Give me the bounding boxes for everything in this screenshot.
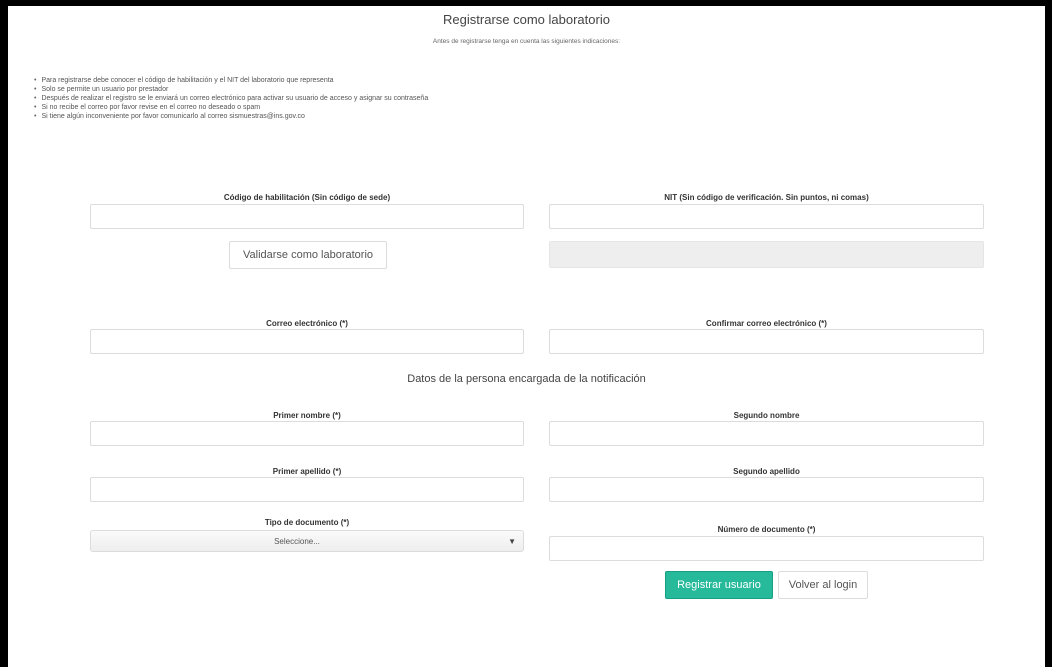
confirm-email-label: Confirmar correo electrónico (*) xyxy=(706,319,827,328)
caret-down-icon: ▼ xyxy=(508,537,516,546)
first-surname-input[interactable] xyxy=(90,477,524,502)
second-surname-input[interactable] xyxy=(549,477,984,502)
first-surname-label: Primer apellido (*) xyxy=(272,467,342,476)
instruction-item: Después de realizar el registro se le en… xyxy=(34,94,428,103)
register-user-button[interactable]: Registrar usuario xyxy=(665,571,773,599)
document-type-select[interactable]: Seleccione... ▼ xyxy=(90,530,524,552)
codigo-habilitacion-label: Código de habilitación (Sin código de se… xyxy=(223,193,391,202)
instructions-list: Para registrarse debe conocer el código … xyxy=(34,76,428,121)
instruction-item: Si tiene algún inconveniente por favor c… xyxy=(34,112,428,121)
instruction-item: Solo se permite un usuario por prestador xyxy=(34,85,428,94)
nit-label: NIT (Sin código de verificación. Sin pun… xyxy=(664,193,869,202)
second-surname-label: Segundo apellido xyxy=(733,467,800,476)
document-number-input[interactable] xyxy=(549,536,984,561)
instruction-item: Si no recibe el correo por favor revise … xyxy=(34,103,428,112)
registration-page: Registrarse como laboratorio Antes de re… xyxy=(8,6,1045,667)
instruction-item: Para registrarse debe conocer el código … xyxy=(34,76,428,85)
first-name-label: Primer nombre (*) xyxy=(273,411,341,420)
document-type-value: Seleccione... xyxy=(274,537,320,546)
second-name-input[interactable] xyxy=(549,421,984,446)
back-to-login-button[interactable]: Volver al login xyxy=(778,571,868,599)
nit-input[interactable] xyxy=(549,204,984,229)
second-name-label: Segundo nombre xyxy=(733,411,800,420)
page-subtitle: Antes de registrarse tenga en cuenta las… xyxy=(432,38,621,45)
email-label: Correo electrónico (*) xyxy=(266,319,348,328)
document-number-label: Número de documento (*) xyxy=(717,525,816,534)
email-input[interactable] xyxy=(90,329,524,354)
codigo-habilitacion-input[interactable] xyxy=(90,204,524,229)
document-type-label: Tipo de documento (*) xyxy=(264,518,350,527)
section-title: Datos de la persona encargada de la noti… xyxy=(407,373,646,385)
laboratory-info-field xyxy=(549,241,984,268)
page-title: Registrarse como laboratorio xyxy=(443,12,610,27)
validate-laboratory-button[interactable]: Validarse como laboratorio xyxy=(229,241,387,269)
confirm-email-input[interactable] xyxy=(549,329,984,354)
first-name-input[interactable] xyxy=(90,421,524,446)
